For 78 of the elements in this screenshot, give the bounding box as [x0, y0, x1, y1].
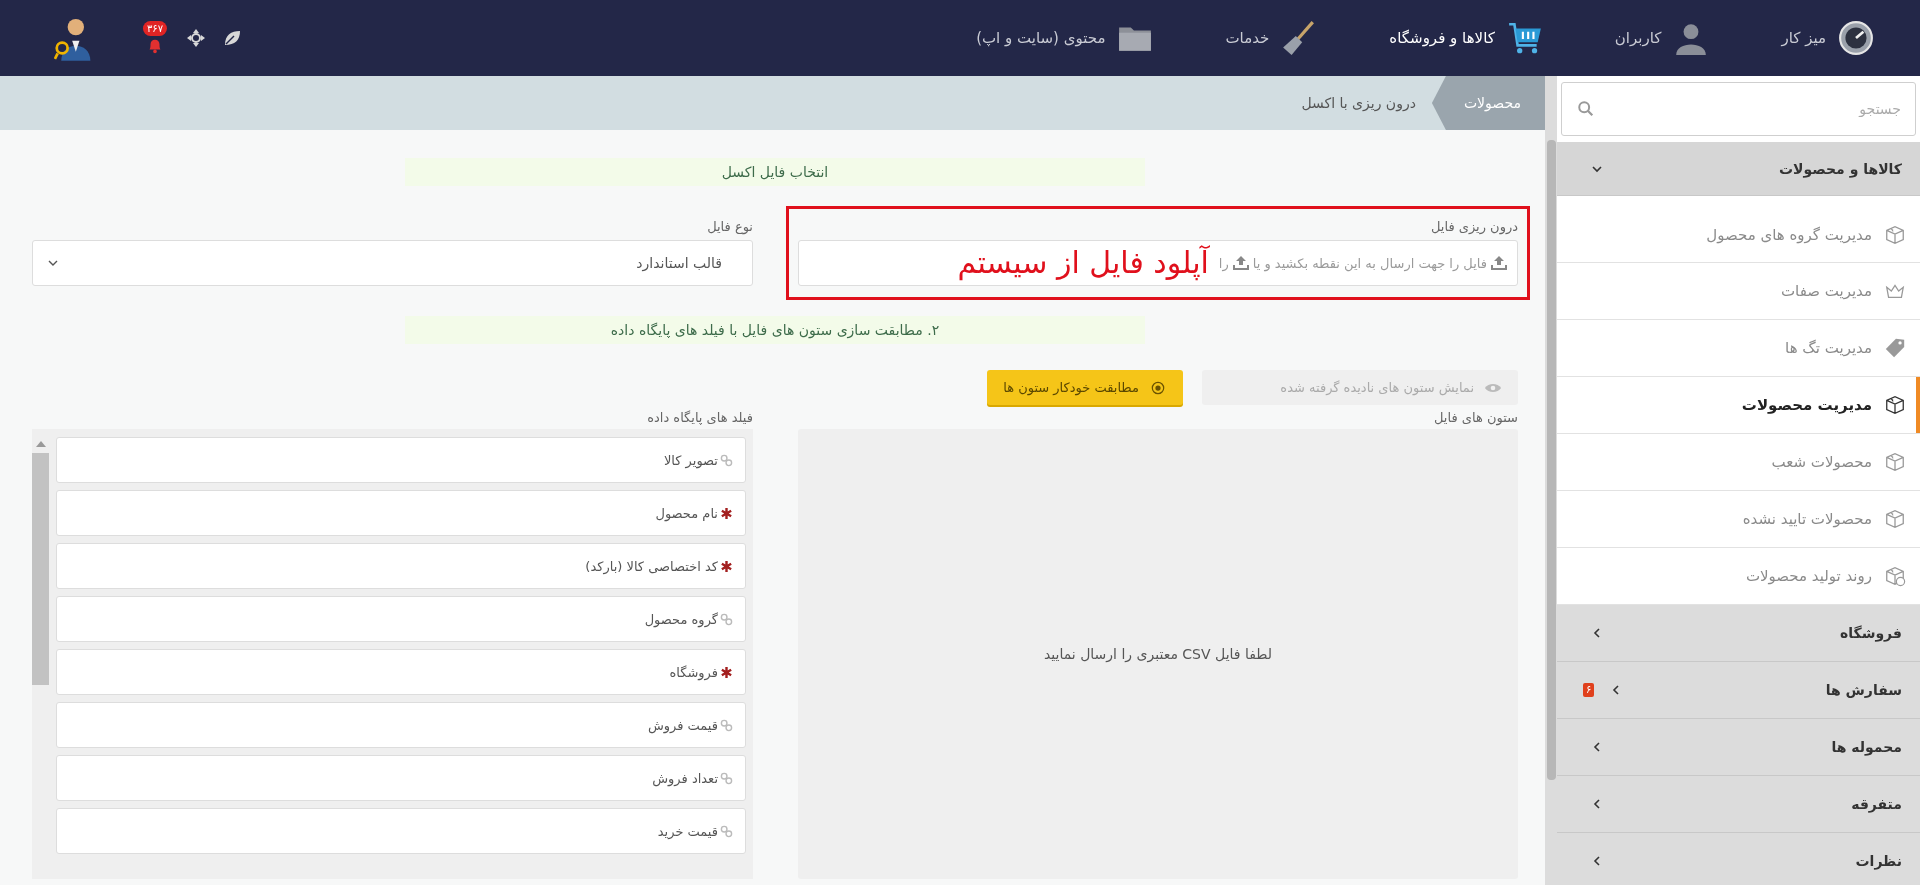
- group-label: کالاها و محصولات: [1778, 160, 1902, 177]
- breadcrumb-current: درون ریزی با اکسل: [1301, 95, 1416, 111]
- nav-item[interactable]: خدمات: [1225, 20, 1318, 56]
- step-banner: انتخاب فایل اکسل: [405, 158, 1145, 186]
- empty-message: لطفا فایل CSV معتبری را ارسال نمایید: [1043, 646, 1273, 662]
- field-row[interactable]: نام محصول: [56, 490, 746, 536]
- leaf-icon[interactable]: [222, 28, 242, 48]
- field-label: ستون های فایل: [1433, 409, 1518, 428]
- field-name: نام محصول: [655, 505, 718, 521]
- sidebar-item[interactable]: مدیریت گروه های محصول: [1557, 196, 1920, 263]
- nav-item[interactable]: محتوی (سایت و اپ): [976, 20, 1154, 56]
- file-drop-zone[interactable]: فایل را جهت ارسال به این نقطه بکشید و یا را آپلود فایل از سیستم: [798, 240, 1518, 286]
- upload-icon[interactable]: [1232, 255, 1249, 271]
- group-label: سفارش ها: [1825, 682, 1902, 698]
- nav-item[interactable]: کالاها و فروشگاه: [1389, 20, 1543, 56]
- scrollbar[interactable]: [1547, 140, 1556, 780]
- group-label: محموله ها: [1831, 739, 1902, 755]
- sidebar-item[interactable]: مدیریت صفات: [1557, 263, 1920, 320]
- tag-icon: [1884, 337, 1906, 359]
- sidebar-item[interactable]: مدیریت محصولات: [1557, 377, 1920, 434]
- sidebar-item[interactable]: مدیریت تگ ها: [1557, 320, 1920, 377]
- gauge-icon: [1838, 20, 1874, 56]
- box-icon: [1884, 223, 1906, 246]
- item-label: روند تولید محصولات: [1745, 567, 1872, 585]
- field-label: نوع فایل: [706, 218, 753, 237]
- move-icon[interactable]: [186, 28, 206, 48]
- file-type-select[interactable]: قالب استاندارد: [32, 240, 753, 286]
- drop-hint: را: [1218, 255, 1229, 271]
- field-label: درون ریزی فایل: [1429, 218, 1518, 237]
- item-label: مدیریت گروه های محصول: [1706, 225, 1872, 244]
- field-row[interactable]: گروه محصول: [56, 596, 746, 642]
- target-icon: [1149, 380, 1167, 395]
- field-row[interactable]: قیمت فروش: [56, 702, 746, 748]
- field-row[interactable]: فروشگاه: [56, 649, 746, 695]
- search-field[interactable]: جستجو: [1561, 82, 1916, 136]
- chevron-left-icon: [1591, 798, 1603, 810]
- box-icon: [1884, 508, 1906, 530]
- item-label: محصولات تایید نشده: [1742, 510, 1872, 528]
- nav-item[interactable]: کاربران: [1614, 20, 1710, 56]
- group-label: نظرات: [1855, 853, 1902, 869]
- group-label: متفرقه: [1851, 796, 1902, 812]
- field-name: کد اختصاصی کالا (بارکد): [585, 558, 718, 574]
- sidebar-item[interactable]: محصولات شعب: [1557, 434, 1920, 491]
- field-row[interactable]: تعداد فروش: [56, 755, 746, 801]
- sidebar-item[interactable]: روند تولید محصولات: [1557, 548, 1920, 605]
- box-clock-icon: [1884, 565, 1906, 587]
- auto-match-button[interactable]: مطابقت خودکار ستون ها: [987, 370, 1183, 405]
- field-name: تعداد فروش: [652, 770, 718, 786]
- count-badge: ۶: [1583, 683, 1595, 697]
- nav-item[interactable]: میز کار: [1781, 20, 1874, 56]
- drop-hint: فایل را جهت ارسال به این نقطه بکشید و یا: [1252, 255, 1487, 271]
- item-label: مدیریت تگ ها: [1785, 339, 1872, 357]
- field-name: گروه محصول: [644, 611, 718, 627]
- field-row[interactable]: کد اختصاصی کالا (بارکد): [56, 543, 746, 589]
- item-label: مدیریت محصولات: [1741, 396, 1872, 414]
- item-label: مدیریت صفات: [1780, 282, 1872, 300]
- chevron-left-icon: [1591, 855, 1603, 867]
- field-name: تصویر کالا: [663, 452, 718, 468]
- field-row[interactable]: تصویر کالا: [56, 437, 746, 483]
- cart-icon: [1506, 20, 1543, 56]
- search-icon: [1577, 100, 1595, 118]
- field-row[interactable]: قیمت خرید: [56, 808, 746, 854]
- step-banner: ۲. مطابقت سازی ستون های فایل با فیلد های پایگاه داده: [405, 316, 1145, 344]
- sidebar-item[interactable]: محصولات تایید نشده: [1557, 491, 1920, 548]
- field-label: فیلد های پایگاه داده: [646, 409, 753, 427]
- sidebar-group[interactable]: کالاها و محصولات: [1557, 142, 1920, 196]
- field-name: فروشگاه: [669, 664, 718, 680]
- scroll-up-icon[interactable]: [35, 441, 46, 447]
- field-name: قیمت خرید: [657, 823, 718, 839]
- notification-badge: ۳۶۷: [142, 21, 168, 36]
- box-icon: [1884, 451, 1906, 473]
- upload-icon: [1491, 255, 1507, 271]
- box-icon: [1884, 394, 1906, 416]
- item-label: محصولات شعب: [1771, 453, 1872, 471]
- chevron-left-icon: [1591, 627, 1603, 639]
- chevron-left-icon: [1591, 741, 1603, 753]
- field-name: قیمت فروش: [647, 717, 718, 733]
- group-label: فروشگاه: [1840, 625, 1902, 641]
